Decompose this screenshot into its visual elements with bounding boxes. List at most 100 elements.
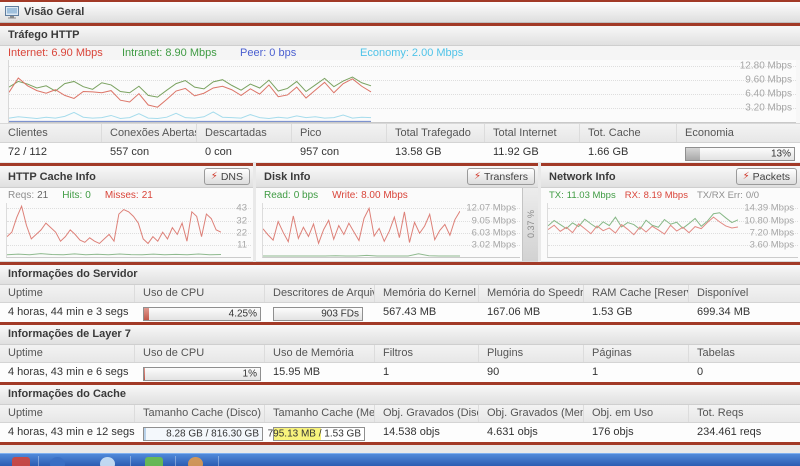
disk-usage-percent: 0.37 % xyxy=(526,210,536,238)
traffic-http-header: Tráfego HTTP xyxy=(0,26,800,46)
traffic-chart-lines xyxy=(9,60,796,122)
blue-app-icon[interactable] xyxy=(50,457,65,466)
ytick-label: 14.39 Mbps xyxy=(744,203,794,214)
http-cache-header: HTTP Cache Info ⚡ DNS xyxy=(0,166,253,188)
ytick-label: 3.02 Mbps xyxy=(472,239,516,250)
disk-info-body: Read:0 bps Write:8.00 Mbps 12.07 Mbps 9.… xyxy=(256,188,538,262)
col-header: Plugins xyxy=(479,345,584,362)
http-cache-body: Reqs:21 Hits:0 Misses:21 43 32 22 11 xyxy=(0,188,253,262)
ytick-label: 3.20 Mbps xyxy=(745,103,792,114)
economy-bar-fill xyxy=(686,148,700,160)
col-header: Obj. Gravados (Mem) xyxy=(479,405,584,422)
window-icon xyxy=(5,6,19,19)
ytick-label: 10.80 Mbps xyxy=(744,215,794,226)
cpu-usage-bar: 4.25% xyxy=(143,307,261,321)
layer7-info-headers: Uptime Uso de CPU Uso de Memória Filtros… xyxy=(0,345,800,363)
economy-cell: 13% xyxy=(677,143,800,162)
disk-usage-strip: 0.37 % xyxy=(522,188,538,261)
disk-cache-fill xyxy=(144,428,146,440)
col-header: Uptime xyxy=(0,345,135,362)
col-header: Economia xyxy=(677,124,800,142)
col-header: Memória do Kernel xyxy=(375,285,479,302)
disk-objects-value: 14.538 objs xyxy=(375,423,479,442)
disk-cache-size-cell: 8.28 GB / 816.30 GB xyxy=(135,423,265,442)
lightning-icon: ⚡ xyxy=(211,172,218,182)
col-header: Pico xyxy=(292,124,387,142)
taskbar-separator xyxy=(175,456,176,466)
col-header: Tot. Cache xyxy=(580,124,677,142)
col-header: Obj. Gravados (Disco) xyxy=(375,405,479,422)
ram-cache-value: 1.53 GB xyxy=(584,303,689,322)
col-header: Tamanho Cache (Mem) xyxy=(265,405,375,422)
http-cache-stats: Reqs:21 Hits:0 Misses:21 xyxy=(0,188,253,203)
taskbar-separator xyxy=(130,456,131,466)
total-cache-value: 1.66 GB xyxy=(580,143,677,162)
total-internet-value: 11.92 GB xyxy=(485,143,580,162)
window-title: Visão Geral xyxy=(24,6,84,18)
traffic-table-header: Clientes Conexões Abertas Descartadas Pi… xyxy=(0,123,800,143)
packets-button[interactable]: ⚡ Packets xyxy=(736,168,797,185)
taskbar-separator xyxy=(218,456,219,466)
overview-window: Visão Geral Tráfego HTTP Internet:6.90 M… xyxy=(0,0,800,466)
disk-info-header: Disk Info ⚡ Transfers xyxy=(256,166,538,188)
available-memory-value: 699.34 MB xyxy=(689,303,800,322)
ytick-label: 32 xyxy=(236,215,247,226)
transfers-button[interactable]: ⚡ Transfers xyxy=(467,168,535,185)
cache-info-section: Informações do Cache Uptime Tamanho Cach… xyxy=(0,385,800,442)
network-chart: 14.39 Mbps 10.80 Mbps 7.20 Mbps 3.60 Mbp… xyxy=(547,203,798,258)
col-header: Uptime xyxy=(0,285,135,302)
red-app-icon[interactable] xyxy=(12,457,30,466)
file-descriptors-box: 903 FDs xyxy=(273,307,363,321)
ytick-label: 9.05 Mbps xyxy=(472,215,516,226)
layer7-memory-value: 15.95 MB xyxy=(265,363,375,382)
col-header: Memória do Speedr xyxy=(479,285,584,302)
objects-in-use-value: 176 objs xyxy=(584,423,689,442)
economy-percent: 13% xyxy=(771,149,791,160)
read-stat: Read:0 bps xyxy=(264,190,318,201)
mem-cache-size-bar: 795.13 MB / 1.53 GB xyxy=(273,427,365,441)
disk-cache-size-bar: 8.28 GB / 816.30 GB xyxy=(143,427,263,441)
ytick-label: 7.20 Mbps xyxy=(750,227,794,238)
file-descriptors-value: 903 FDs xyxy=(321,309,359,320)
ytick-label: 9.60 Mbps xyxy=(745,75,792,86)
col-header: Tamanho Cache (Disco) xyxy=(135,405,265,422)
lightning-icon: ⚡ xyxy=(474,172,481,182)
ytick-label: 3.60 Mbps xyxy=(750,239,794,250)
layer7-info-title: Informações de Layer 7 xyxy=(0,325,800,345)
col-header: Clientes xyxy=(0,124,102,142)
light-app-icon[interactable] xyxy=(100,457,115,466)
mini-panels-row: HTTP Cache Info ⚡ DNS Reqs:21 Hits:0 Mis… xyxy=(0,163,800,262)
layer7-uptime: 4 horas, 43 min e 6 segs xyxy=(0,363,135,382)
taskbar-separator xyxy=(38,456,39,466)
network-stats: TX:11.03 Mbps RX:8.19 Mbps TX/RX Err:0/0 xyxy=(541,188,800,203)
taskbar[interactable] xyxy=(0,453,800,466)
traffic-legend: Internet:6.90 Mbps Intranet:8.90 Mbps Pe… xyxy=(0,46,800,60)
network-chart-lines xyxy=(548,203,738,257)
col-header: Uso de CPU xyxy=(135,345,265,362)
ytick-label: 43 xyxy=(236,203,247,214)
lightning-icon: ⚡ xyxy=(743,172,750,182)
ytick-label: 11 xyxy=(237,239,247,250)
col-header: Tabelas xyxy=(689,345,800,362)
open-connections-value: 557 con xyxy=(102,143,197,162)
network-info-body: TX:11.03 Mbps RX:8.19 Mbps TX/RX Err:0/0… xyxy=(541,188,800,262)
http-cache-info-panel: HTTP Cache Info ⚡ DNS Reqs:21 Hits:0 Mis… xyxy=(0,163,253,262)
http-cache-chart-lines xyxy=(7,203,221,257)
cpu-bar-fill xyxy=(144,308,149,320)
layer7-cpu-percent: 1% xyxy=(243,369,257,380)
filters-value: 1 xyxy=(375,363,479,382)
col-header: Descritores de Arquivos xyxy=(265,285,375,302)
disk-cache-size-value: 8.28 GB / 816.30 GB xyxy=(166,429,259,440)
server-info-values: 4 horas, 44 min e 3 segs 4.25% 903 FDs 5… xyxy=(0,303,800,322)
total-traffic-value: 13.58 GB xyxy=(387,143,485,162)
tx-stat: TX:11.03 Mbps xyxy=(549,190,616,201)
dns-button[interactable]: ⚡ DNS xyxy=(204,168,250,185)
green-app-icon[interactable] xyxy=(145,457,163,466)
total-reqs-value: 234.461 reqs xyxy=(689,423,800,442)
col-header: Disponível xyxy=(689,285,800,302)
col-header: Uso de Memória xyxy=(265,345,375,362)
peak-value: 957 con xyxy=(292,143,387,162)
col-header: Tot. Reqs xyxy=(689,405,800,422)
orange-app-icon[interactable] xyxy=(188,457,203,466)
layer7-cpu-bar: 1% xyxy=(143,367,261,381)
